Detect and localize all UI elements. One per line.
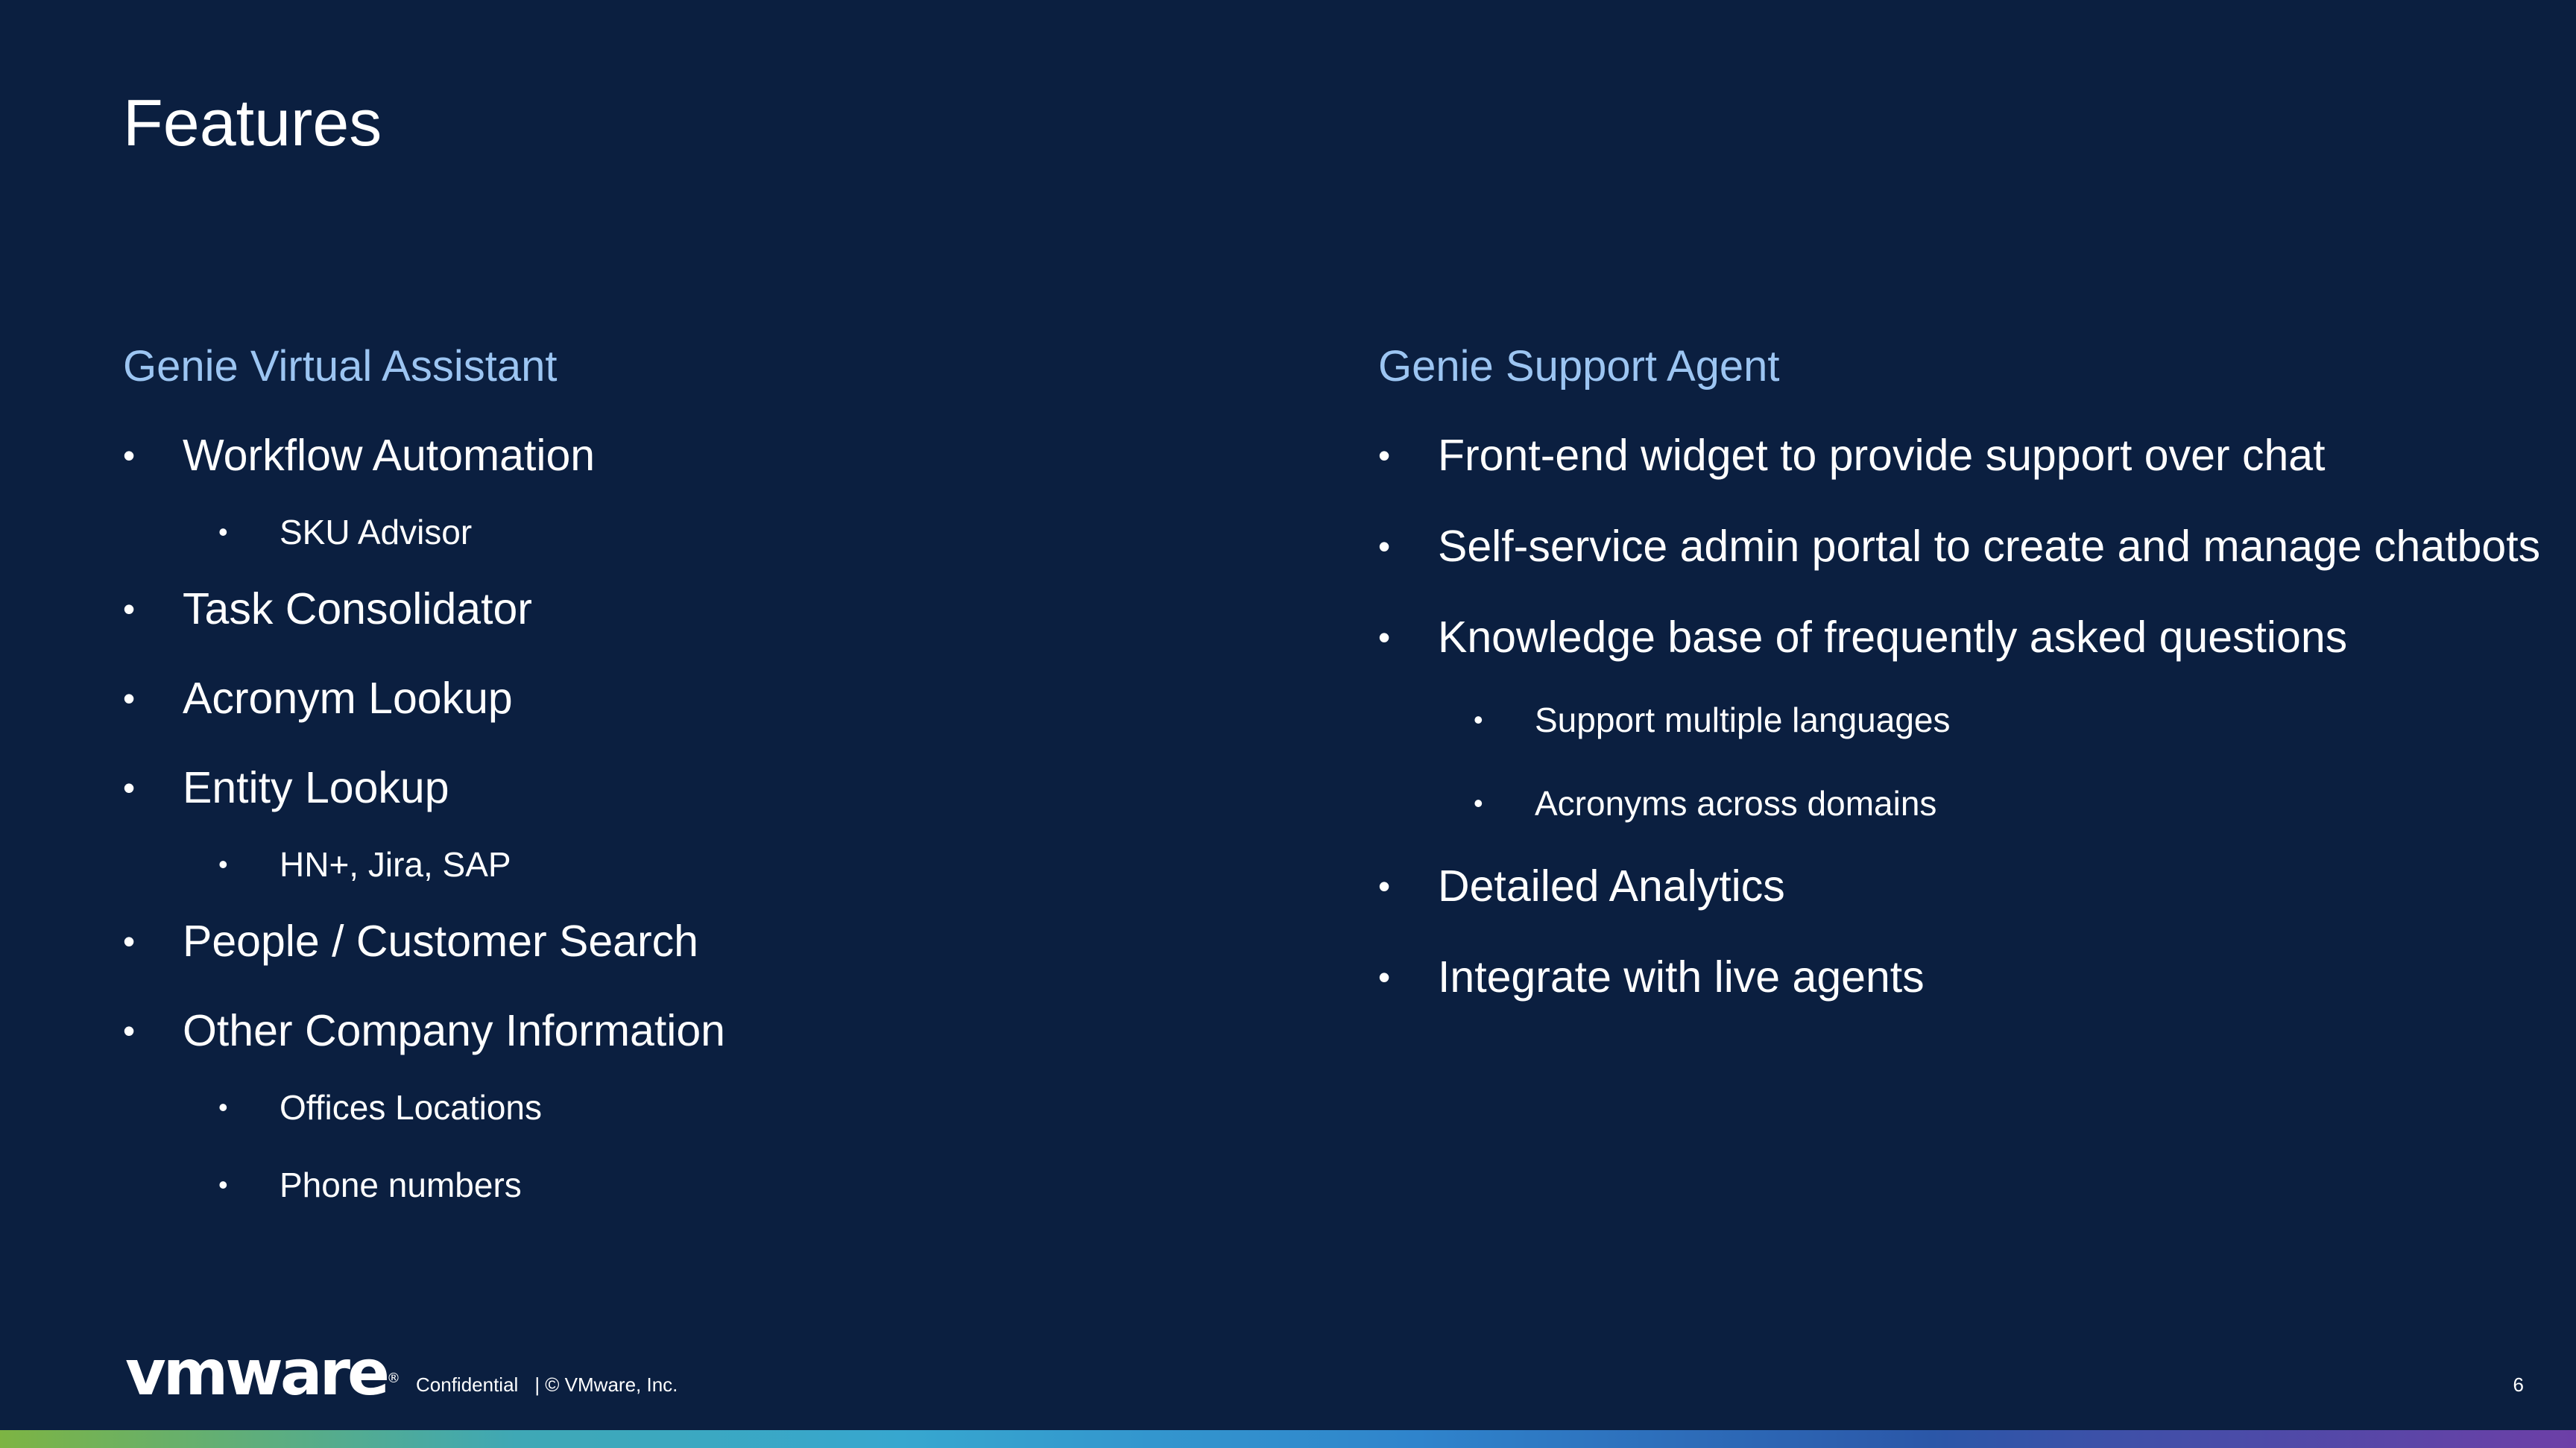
bullet-item: Knowledge base of frequently asked quest… bbox=[1378, 608, 2496, 666]
right-column: Genie Support Agent Front-end widget to … bbox=[1378, 337, 2540, 1006]
left-column-heading: Genie Virtual Assistant bbox=[123, 342, 558, 391]
sub-bullet-item: SKU Advisor bbox=[123, 508, 1241, 556]
slide: Features Genie Virtual Assistant Workflo… bbox=[0, 0, 2576, 1448]
bullet-item: Front-end widget to provide support over… bbox=[1378, 426, 2496, 484]
page-number: 6 bbox=[2513, 1373, 2524, 1396]
sub-bullet-item: Phone numbers bbox=[123, 1161, 1241, 1209]
slide-title: Features bbox=[123, 86, 382, 159]
bullet-item: Detailed Analytics bbox=[1378, 857, 2496, 915]
sub-bullet-item: Offices Locations bbox=[123, 1084, 1241, 1131]
bullet-item: Integrate with live agents bbox=[1378, 948, 2496, 1006]
sub-bullet-item: HN+, Jira, SAP bbox=[123, 841, 1241, 888]
registered-mark: ® bbox=[386, 1370, 400, 1386]
copyright-text: | © VMware, Inc. bbox=[534, 1373, 678, 1396]
bullet-item: Self-service admin portal to create and … bbox=[1378, 517, 2540, 575]
bullet-item: People / Customer Search bbox=[123, 912, 1241, 970]
vmware-logo-text: vmware bbox=[125, 1336, 390, 1409]
left-bullet-list: Workflow Automation SKU Advisor Task Con… bbox=[123, 426, 1241, 1209]
footer-gradient-bar bbox=[0, 1430, 2576, 1448]
confidential-label: Confidential bbox=[416, 1373, 519, 1396]
bullet-item: Acronym Lookup bbox=[123, 669, 1241, 727]
vmware-logo: vmware® bbox=[125, 1341, 400, 1404]
bullet-item: Workflow Automation bbox=[123, 426, 1241, 484]
sub-bullet-item: Support multiple languages bbox=[1378, 696, 2496, 744]
bullet-item: Other Company Information bbox=[123, 1002, 1241, 1060]
footer-confidentiality: Confidential | © VMware, Inc. bbox=[416, 1371, 678, 1398]
bullet-item: Task Consolidator bbox=[123, 580, 1241, 638]
left-column: Genie Virtual Assistant Workflow Automat… bbox=[123, 337, 1241, 1209]
bullet-item: Entity Lookup bbox=[123, 759, 1241, 817]
right-bullet-list: Front-end widget to provide support over… bbox=[1378, 426, 2540, 1006]
right-column-heading: Genie Support Agent bbox=[1378, 342, 1780, 391]
sub-bullet-item: Acronyms across domains bbox=[1378, 780, 2496, 827]
